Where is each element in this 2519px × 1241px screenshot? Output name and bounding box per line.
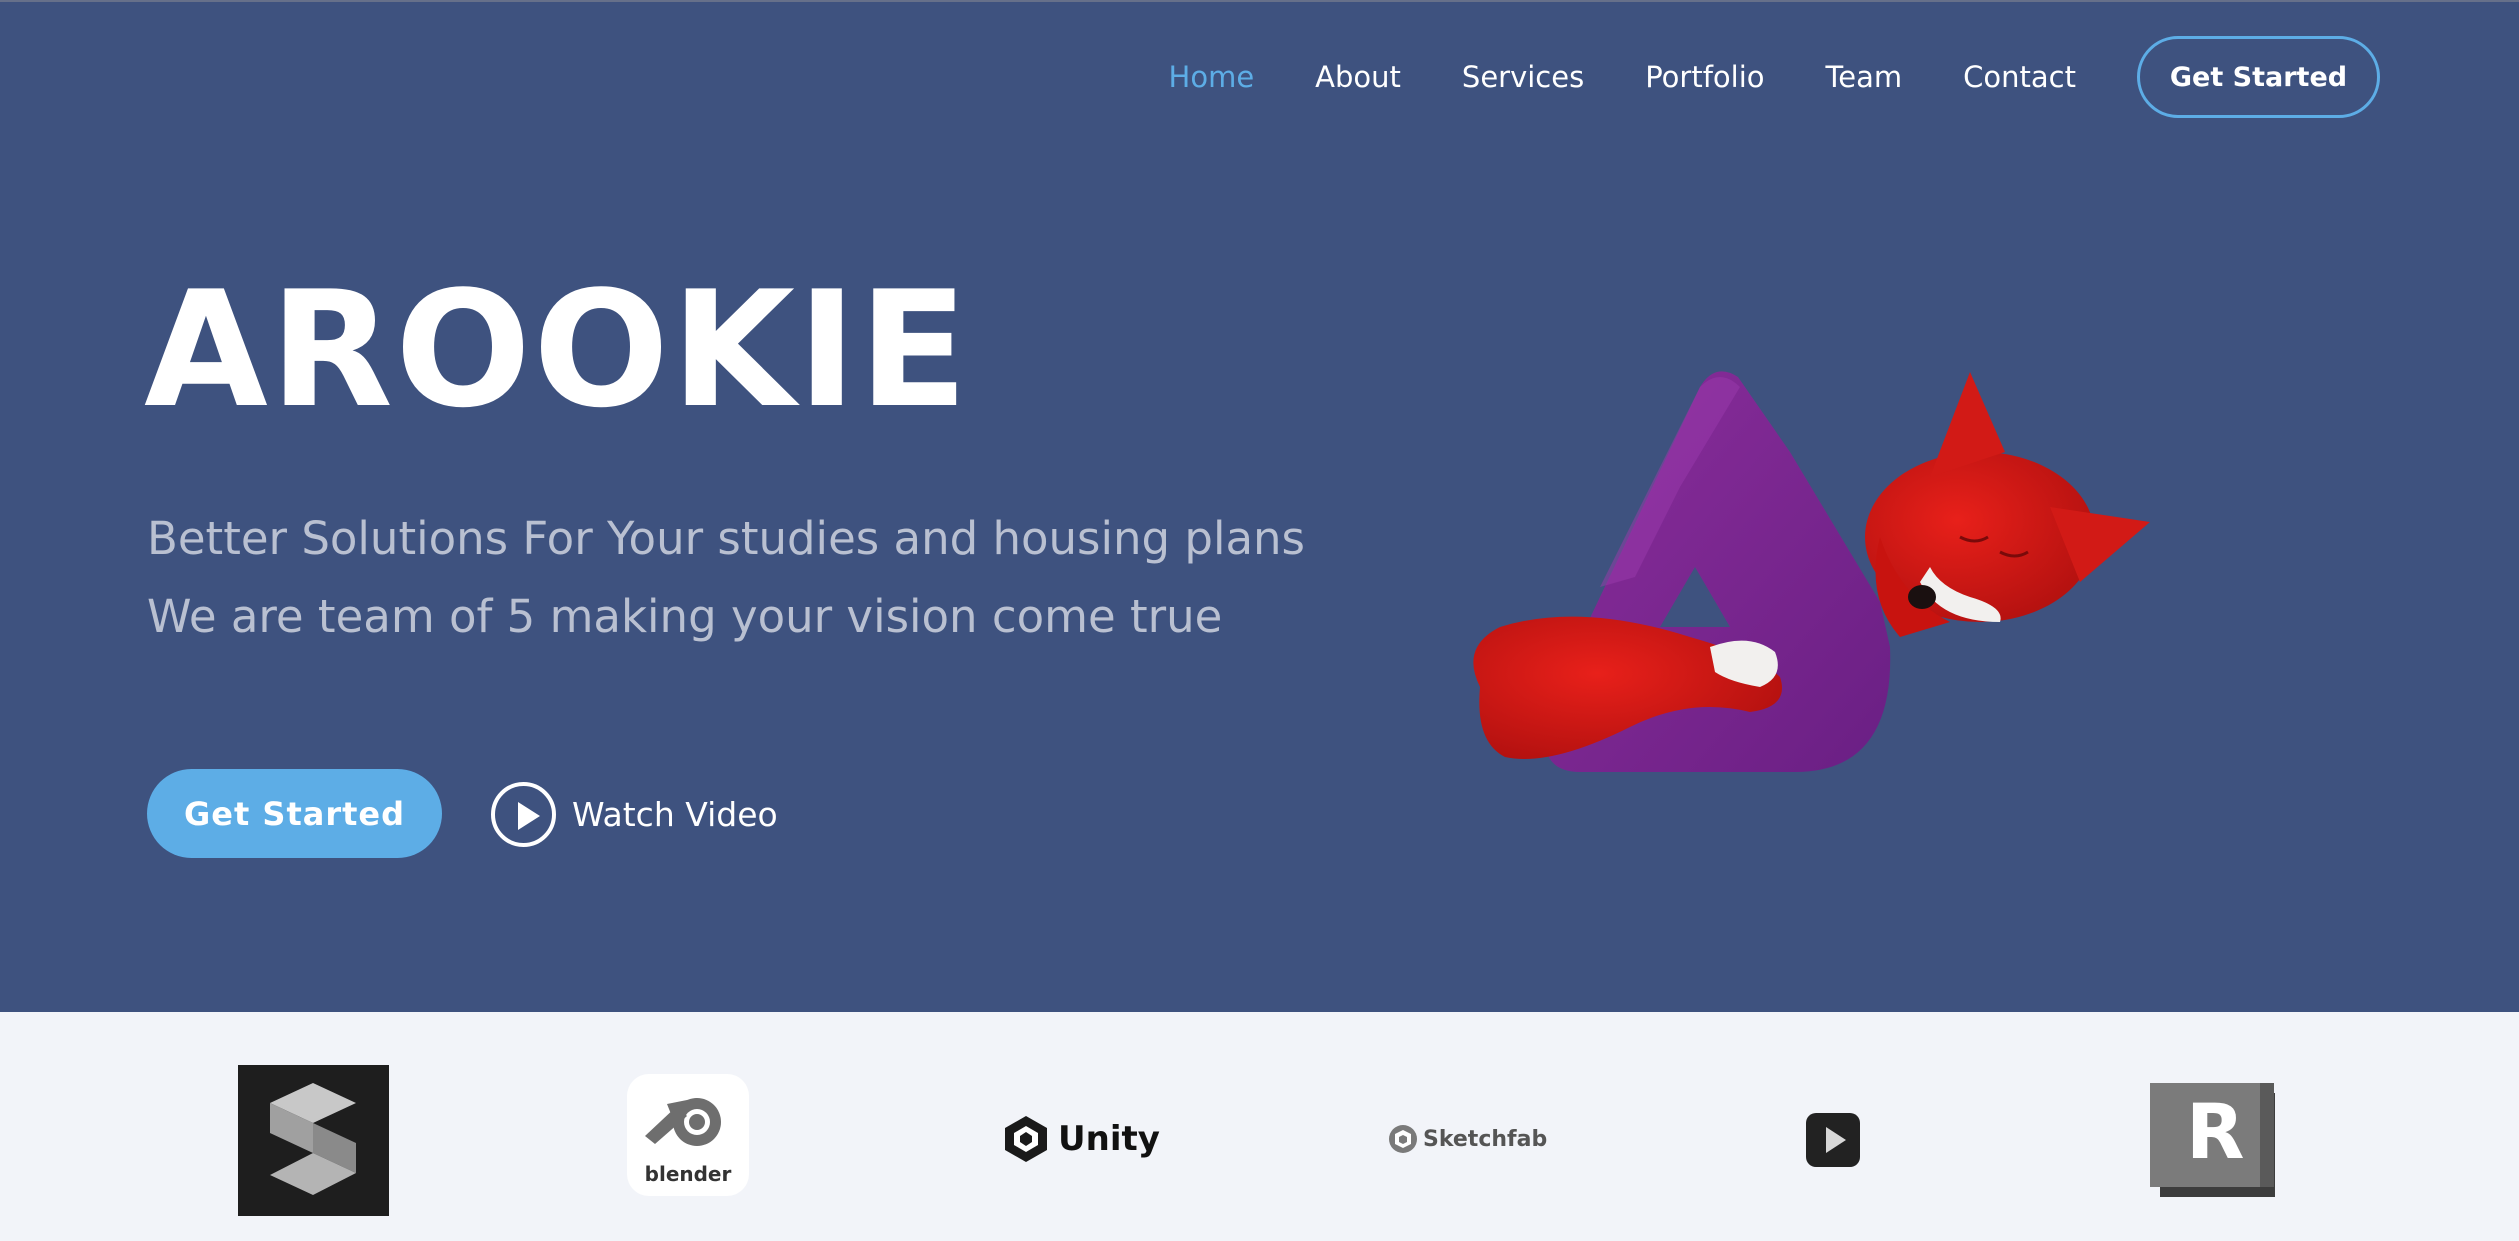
blender-logo: blender [627,1074,749,1196]
sketchfab-icon [1389,1125,1417,1153]
hero-get-started-button[interactable]: Get Started [147,769,442,858]
hero-subtitle-line-1: Better Solutions For Your studies and ho… [147,512,1305,565]
unity-logo: Unity [1002,1114,1160,1164]
nav-get-started-button[interactable]: Get Started [2137,36,2380,118]
main-nav: Home About Services Portfolio Team Conta… [1169,35,2380,119]
sketchfab-label: Sketchfab [1423,1126,1548,1152]
blender-icon [645,1098,721,1146]
nav-item-services[interactable]: Services [1462,60,1584,94]
nav-item-home[interactable]: Home [1169,60,1255,94]
hero-section: Home About Services Portfolio Team Conta… [0,0,2519,1012]
watch-video-link[interactable]: Watch Video [491,781,778,847]
unity-label: Unity [1058,1119,1160,1159]
nav-item-about[interactable]: About [1315,60,1401,94]
autodesk-revit-logo: R [2148,1081,2278,1197]
marmoset-logo [1806,1113,1860,1167]
partner-logos-strip: blender Unity Sketchfab R [0,1012,2519,1241]
revit-label: R [2186,1087,2245,1176]
nav-item-portfolio[interactable]: Portfolio [1645,60,1764,94]
hero-subtitle-line-2: We are team of 5 making your vision come… [147,590,1223,643]
blender-label: blender [644,1162,732,1186]
unity-cube-icon [1005,1116,1047,1162]
sketchfab-logo: Sketchfab [1388,1123,1547,1155]
watch-video-label: Watch Video [572,794,778,834]
play-circle-icon [491,781,556,847]
nav-item-contact[interactable]: Contact [1963,60,2076,94]
hero-title: AROOKIE [144,256,970,443]
hero-mascot-image [1473,371,2150,772]
substance-painter-logo [238,1065,389,1216]
nav-item-team[interactable]: Team [1826,60,1903,94]
